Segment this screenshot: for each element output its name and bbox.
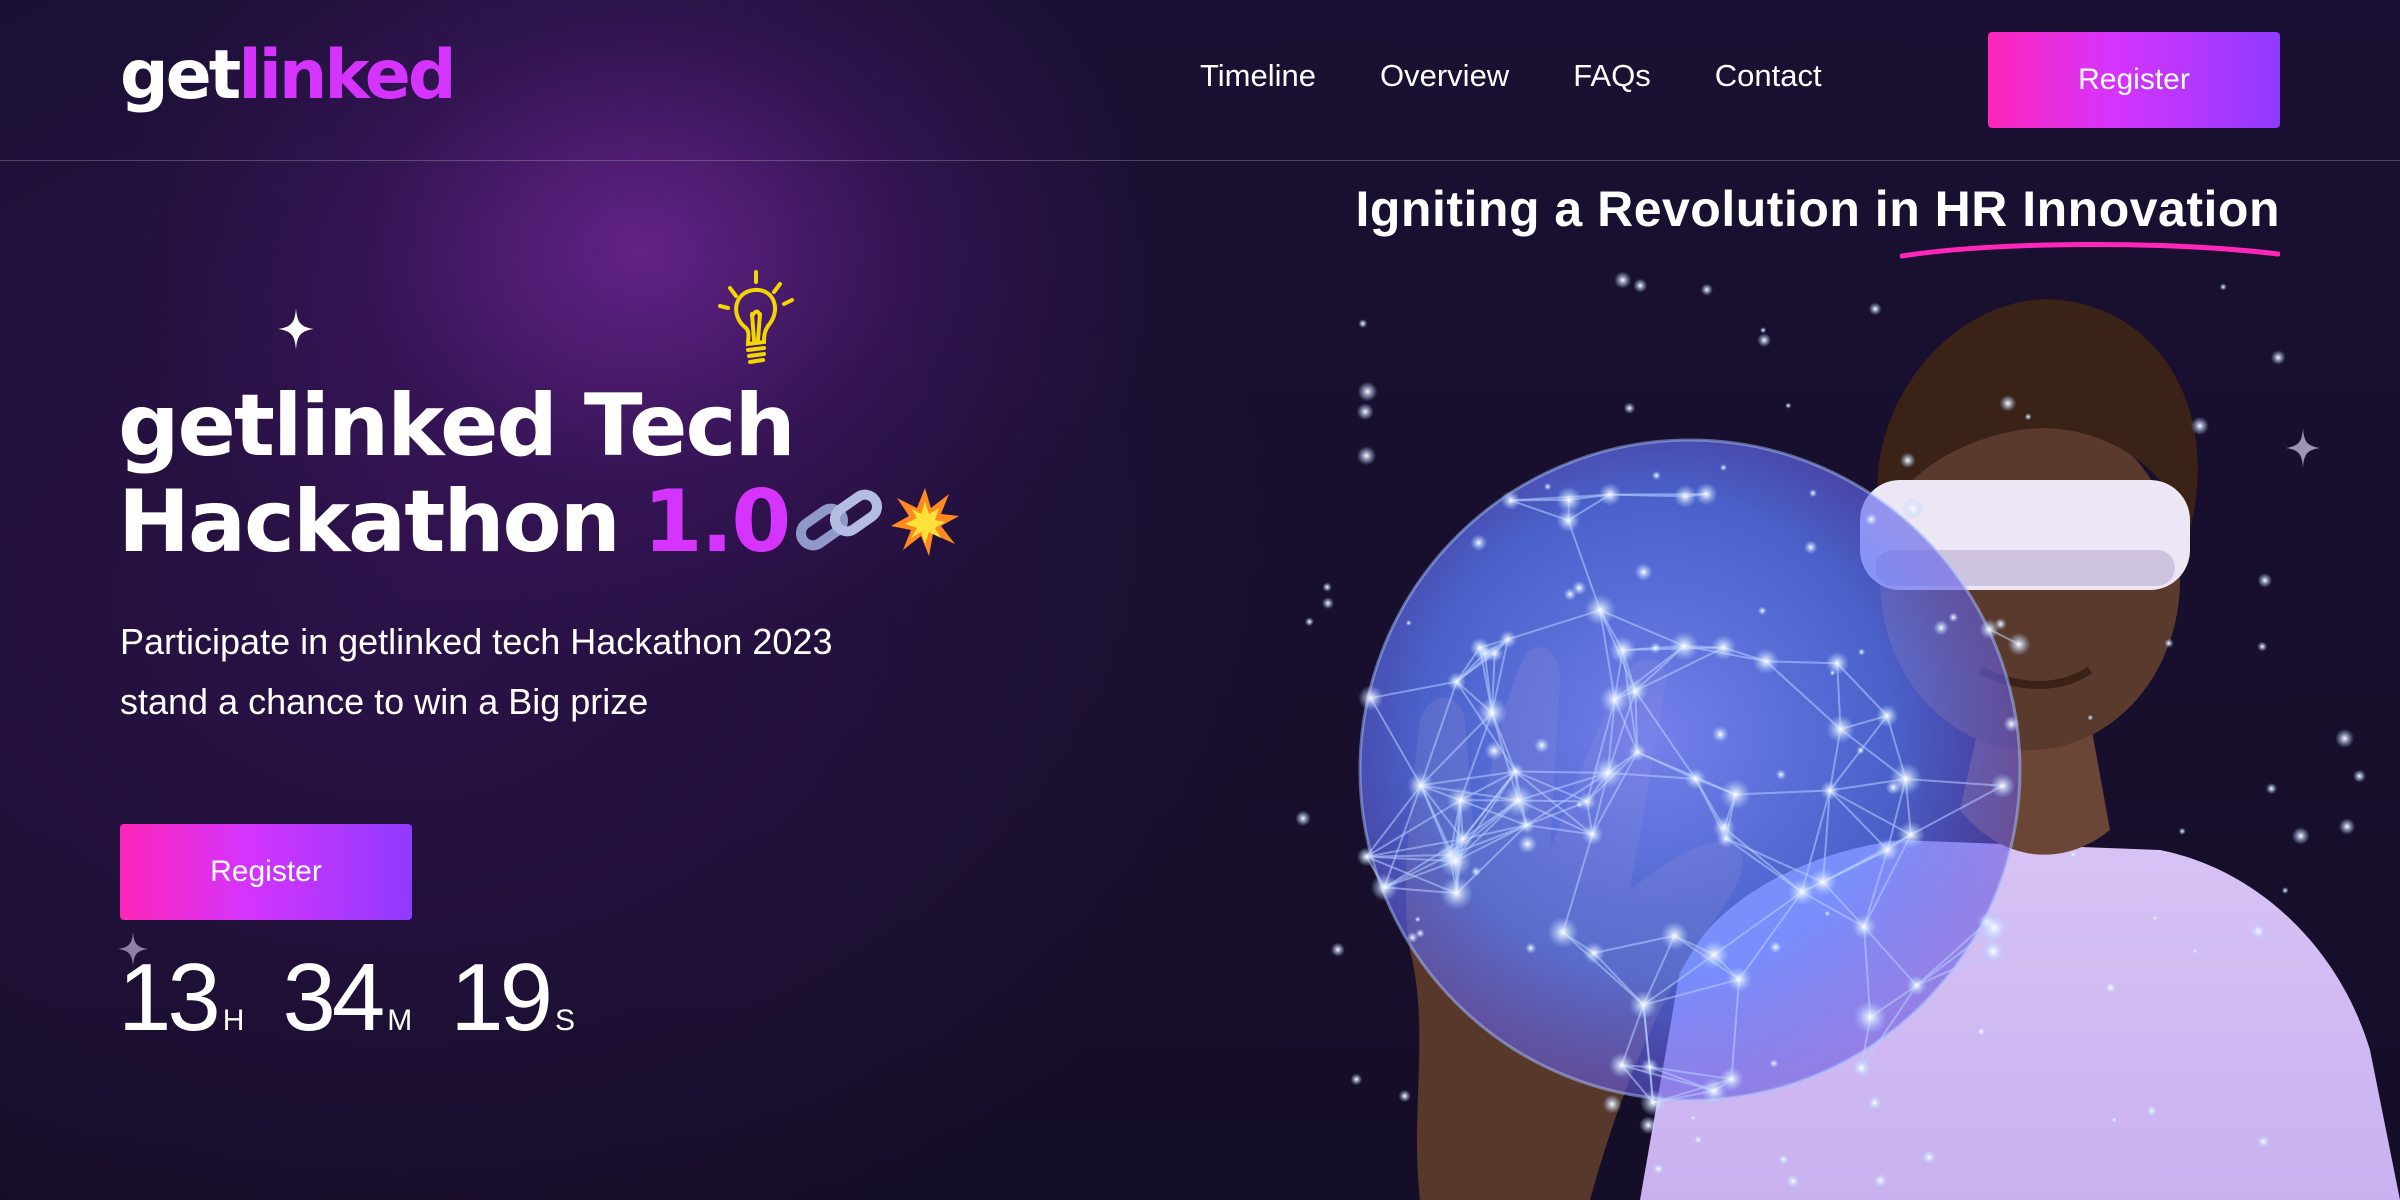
countdown-seconds-unit: S [555,1004,576,1037]
hero-title-version: 1.0 [642,472,791,572]
hero-title-line1: getlinked Tech [118,376,796,476]
logo-part-get: get [120,36,241,115]
countdown-seconds: 19 S [450,950,575,1046]
countdown-hours: 13 H [118,950,244,1046]
nav-menu: Timeline Overview FAQs Contact [1200,58,1822,94]
nav-link-contact[interactable]: Contact [1715,58,1822,94]
logo-part-linked: linked [238,36,456,115]
logo[interactable]: getlinked [120,36,457,115]
nav-link-timeline[interactable]: Timeline [1200,58,1316,94]
hero-register-button[interactable]: Register [120,824,412,920]
hero-tagline: Igniting a Revolution in HR Innovation [1355,181,2280,237]
explosion-icon [891,488,960,556]
countdown-timer: 13 H 34 M 19 S [118,950,575,1046]
hero-description: Participate in getlinked tech Hackathon … [120,621,833,722]
lightbulb-icon [718,270,794,364]
countdown-hours-value: 13 [118,944,221,1051]
countdown-minutes-value: 34 [282,944,385,1051]
hero-title: getlinked Tech Hackathon 1.0 [118,378,961,570]
nav-link-overview[interactable]: Overview [1380,58,1509,94]
nav-register-button[interactable]: Register [1988,32,2280,128]
sparkle-icon [278,308,314,350]
countdown-minutes-unit: M [387,1004,413,1037]
chain-link-icon [796,489,883,551]
hero-title-line2: Hackathon [118,472,621,572]
countdown-seconds-value: 19 [450,944,553,1051]
nav-link-faqs[interactable]: FAQs [1573,58,1651,94]
countdown-minutes: 34 M [282,950,412,1046]
countdown-hours-unit: H [222,1004,245,1037]
hero-image-vr-person [1295,271,2400,1200]
top-nav: getlinked Timeline Overview FAQs Contact… [0,0,2400,161]
